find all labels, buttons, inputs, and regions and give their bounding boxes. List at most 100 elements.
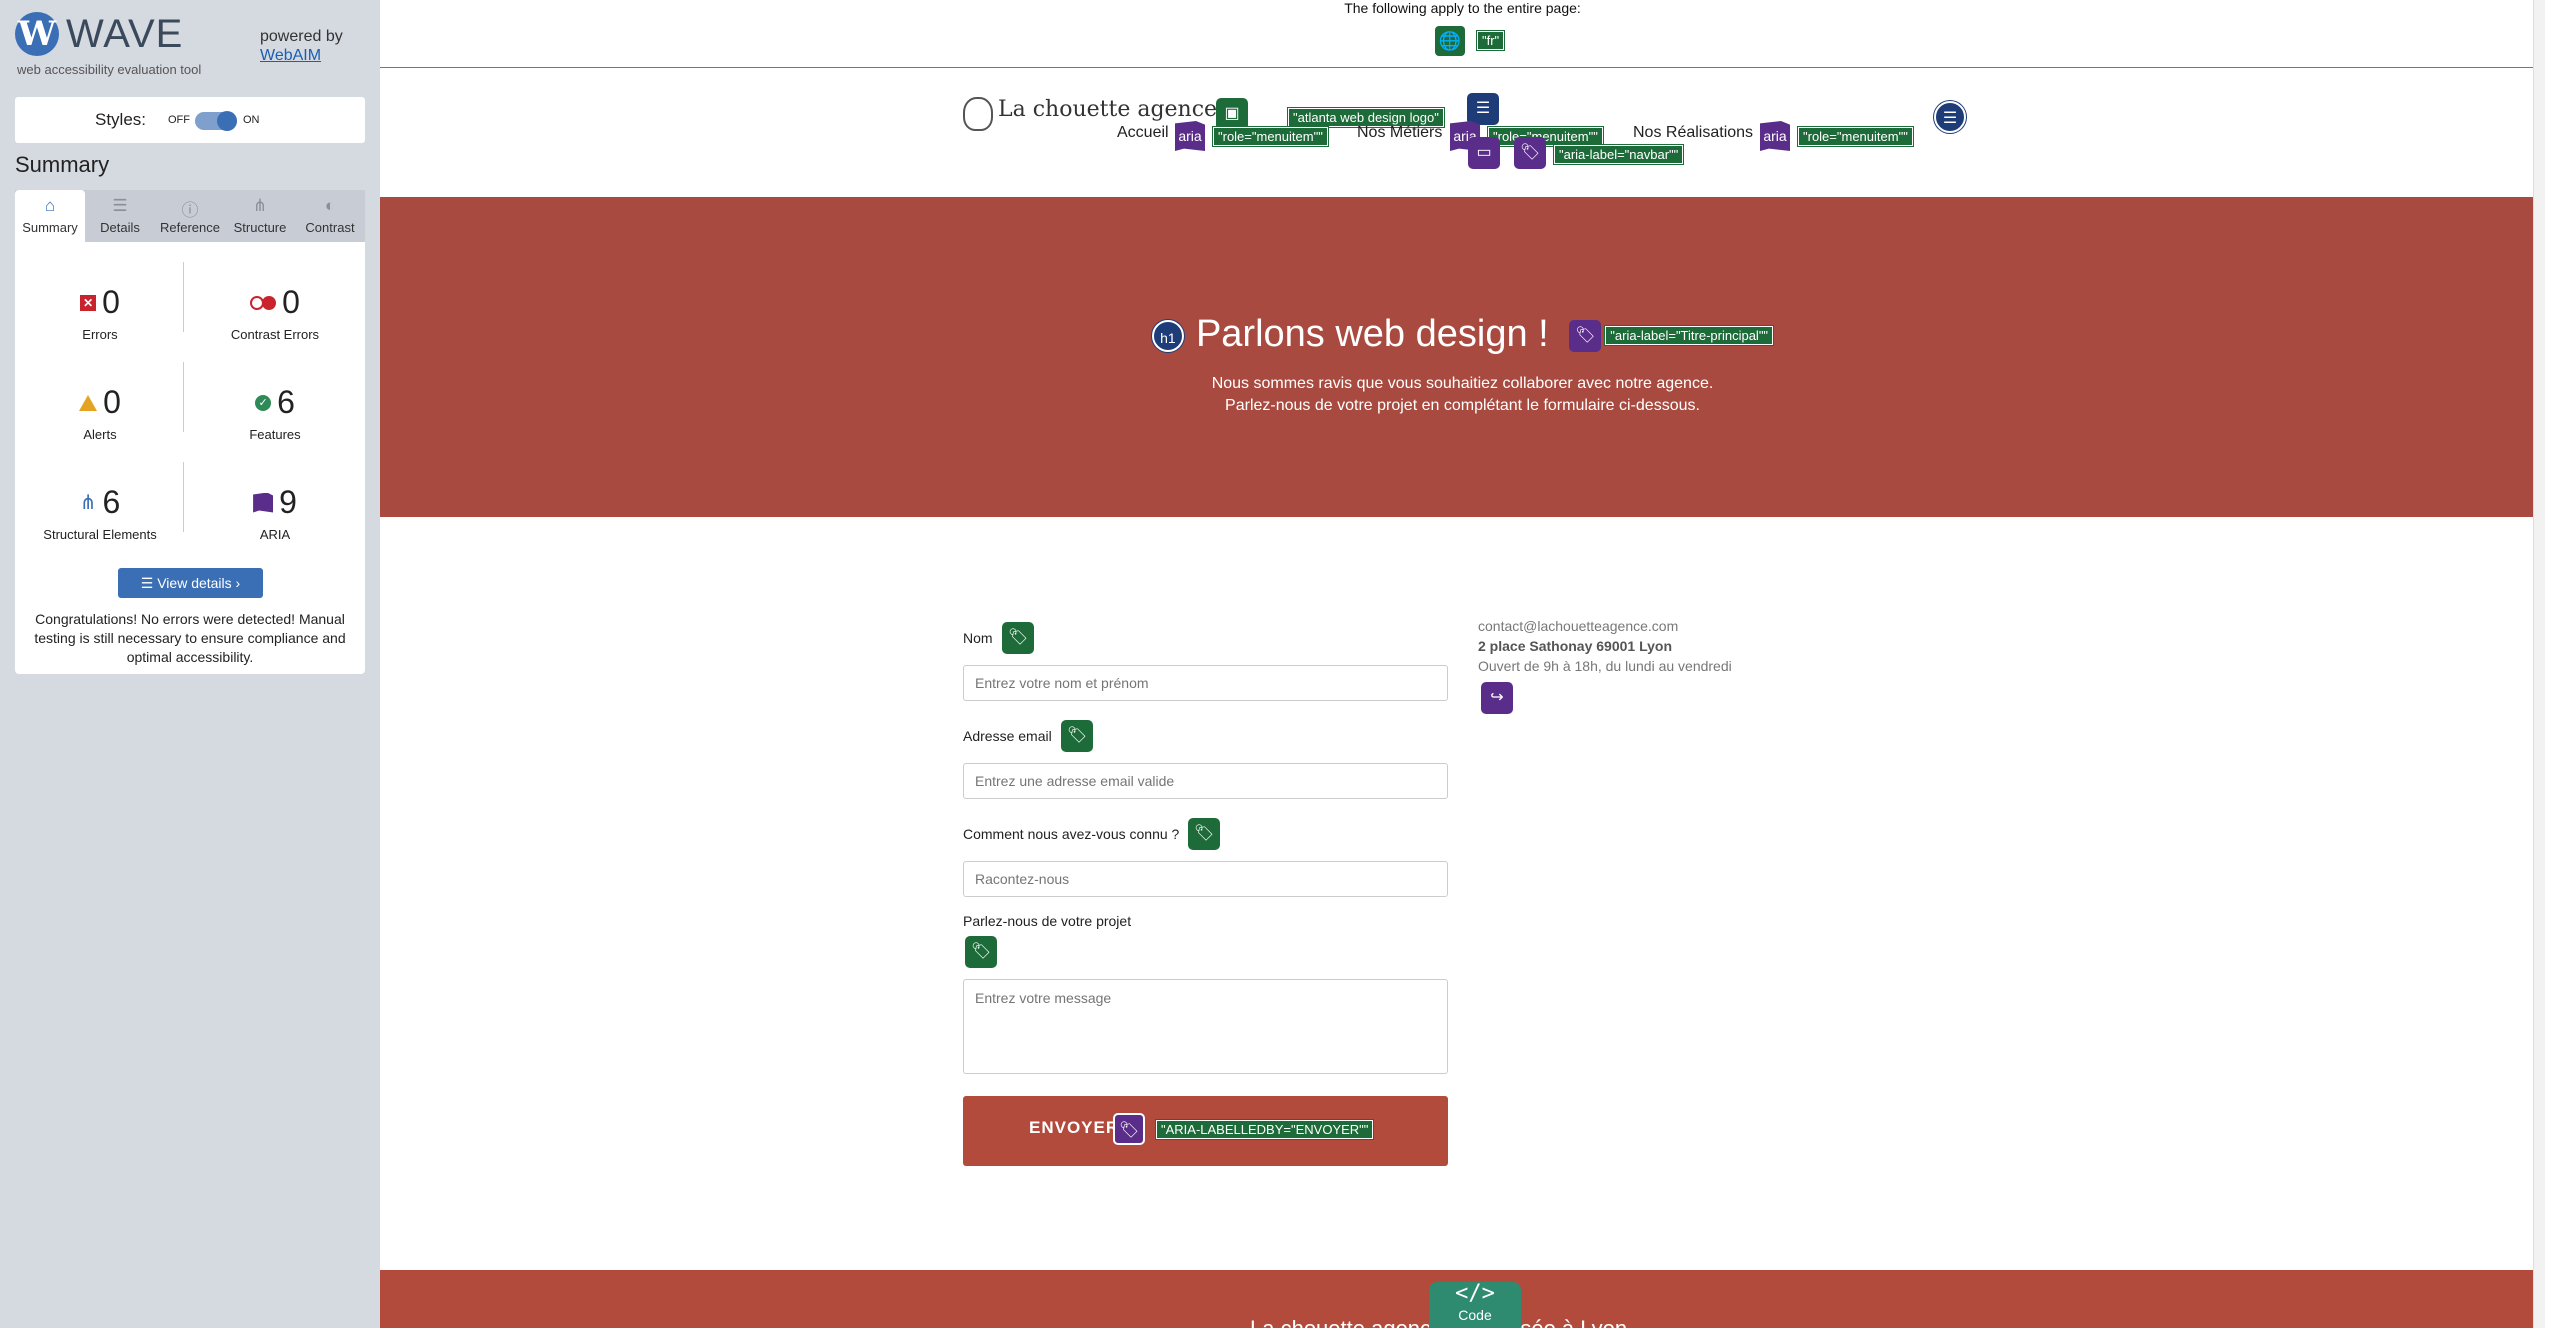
- info-icon: ⓘ: [181, 201, 199, 220]
- powered-by-label: powered by: [260, 28, 343, 45]
- contrast-error-icon: [250, 295, 277, 310]
- tab-label: Contrast: [305, 220, 355, 235]
- code-label: Code: [1458, 1307, 1492, 1323]
- connu-input[interactable]: [963, 861, 1448, 897]
- tab-details[interactable]: ☰ Details: [85, 190, 155, 242]
- stat-label: Errors: [82, 327, 118, 342]
- lang-tag: "fr": [1475, 30, 1506, 51]
- stat-structural[interactable]: ⋔ 6 Structural Elements: [20, 484, 180, 542]
- aria-label-tag-icon[interactable]: 🏷: [1569, 319, 1602, 352]
- code-toggle-button[interactable]: </> Code: [1429, 1282, 1521, 1328]
- h1-icon[interactable]: h1: [1151, 319, 1184, 352]
- stat-value: 6: [102, 484, 121, 520]
- page-scrollbar[interactable]: [2533, 0, 2545, 1328]
- submit-label: ENVOYER: [1029, 1118, 1120, 1137]
- label-tag-icon[interactable]: 🏷: [1002, 622, 1034, 654]
- aria-menu-icon[interactable]: ▭: [1468, 137, 1500, 169]
- page-level-annotations: The following apply to the entire page: …: [380, 0, 2545, 68]
- view-details-button[interactable]: ☰ View details ›: [118, 568, 263, 598]
- nav-link-realisations[interactable]: Nos Réalisations: [1633, 124, 1753, 142]
- owl-logo-icon: [963, 97, 993, 131]
- hero-banner: h1 Parlons web design ! 🏷 "aria-label="Tit…: [380, 197, 2545, 517]
- tab-label: Summary: [22, 220, 78, 235]
- divider: [183, 462, 184, 532]
- stat-label: Alerts: [83, 427, 117, 442]
- divider: [183, 362, 184, 432]
- stat-value: 0: [103, 384, 121, 420]
- stat-aria[interactable]: 9 ARIA: [195, 484, 355, 542]
- stat-contrast-errors[interactable]: 0 Contrast Errors: [195, 284, 355, 342]
- tab-reference[interactable]: ⓘ Reference: [155, 190, 225, 242]
- congrats-message: Congratulations! No errors were detected…: [34, 611, 346, 665]
- connu-label: Comment nous avez-vous connu ?: [963, 826, 1180, 842]
- label-tag-icon[interactable]: 🏷: [1188, 818, 1220, 850]
- stat-label: Features: [249, 427, 301, 442]
- styles-toggle[interactable]: [195, 111, 237, 131]
- envoyer-button[interactable]: ENVOYER 🏷 "ARIA-LABELLEDBY="ENVOYER"": [963, 1096, 1448, 1166]
- aria-icon: [253, 492, 274, 513]
- title-aria-tag: "aria-label="Titre-principal"": [1604, 325, 1775, 347]
- stat-features[interactable]: ✓ 6 Features: [195, 384, 355, 442]
- home-icon: ⌂: [44, 196, 56, 215]
- label-tag-icon[interactable]: 🏷: [1061, 720, 1093, 752]
- summary-heading: Summary: [15, 152, 110, 177]
- unordered-list-icon[interactable]: ☰: [1934, 101, 1966, 133]
- styles-toggle-box: Styles: OFF ON: [15, 97, 365, 143]
- label-tag-icon[interactable]: 🏷: [965, 936, 997, 968]
- tab-contrast[interactable]: ◐ Contrast: [295, 190, 365, 242]
- projet-label: Parlez-nous de votre projet: [963, 913, 1132, 929]
- contact-hours: Ouvert de 9h à 18h, du lundi au vendredi: [1478, 658, 1732, 674]
- structure-icon: ⋔: [252, 196, 268, 215]
- stat-alerts[interactable]: 0 Alerts: [20, 384, 180, 442]
- contact-email[interactable]: contact@lachouetteagence.com: [1478, 618, 1678, 634]
- tab-label: Structure: [233, 220, 287, 235]
- contact-address: 2 place Sathonay 69001 Lyon: [1478, 638, 1673, 654]
- navigation-list-icon[interactable]: ☰: [1467, 93, 1499, 125]
- aria-badge[interactable]: aria: [1760, 121, 1790, 151]
- projet-textarea[interactable]: [963, 979, 1448, 1074]
- wave-tabs: ⌂ Summary ☰ Details ⓘ Reference ⋔ Struct…: [15, 190, 365, 242]
- nav-link-metiers[interactable]: Nos Métiers: [1357, 124, 1442, 142]
- submit-aria-tag: "ARIA-LABELLEDBY="ENVOYER"": [1154, 1119, 1375, 1140]
- nav-link-accueil[interactable]: Accueil: [1117, 124, 1169, 142]
- nom-label: Nom: [963, 630, 993, 646]
- nom-input[interactable]: [963, 665, 1448, 701]
- error-icon: ✕: [80, 294, 97, 311]
- evaluated-page: The following apply to the entire page: …: [380, 0, 2545, 1328]
- hero-title-text: Parlons web design !: [1195, 313, 1549, 355]
- tab-label: Reference: [160, 220, 220, 235]
- hero-heading: h1 Parlons web design ! 🏷 "aria-label="Tit…: [380, 313, 2545, 356]
- stat-label: Contrast Errors: [230, 327, 320, 342]
- summary-panel: ✕ 0 Errors 0 Contrast Errors 0 Alerts ✓ 6 …: [15, 242, 365, 674]
- role-menuitem-tag: "role="menuitem"": [1797, 126, 1914, 147]
- tab-structure[interactable]: ⋔ Structure: [225, 190, 295, 242]
- top-note-text: The following apply to the entire page:: [1344, 0, 1581, 16]
- structure-icon: ⋔: [79, 492, 97, 514]
- list-icon: ☰: [112, 196, 128, 215]
- wave-title: WAVE: [66, 12, 184, 56]
- webaim-link[interactable]: WebAIM: [260, 47, 321, 65]
- tab-label: Details: [100, 220, 140, 235]
- globe-icon[interactable]: 🌐: [1435, 26, 1465, 56]
- aria-label-tag-icon[interactable]: 🏷: [1514, 137, 1546, 169]
- stat-value: 6: [277, 384, 295, 420]
- stat-errors[interactable]: ✕ 0 Errors: [20, 284, 180, 342]
- styles-off-label: OFF: [168, 114, 190, 126]
- aria-link-icon[interactable]: ↪: [1481, 682, 1513, 714]
- site-logo-text[interactable]: La chouette agence: [998, 97, 1217, 122]
- navbar-label-tag: "aria-label="navbar"": [1552, 144, 1685, 165]
- wave-sidebar: W WAVE web accessibility evaluation tool…: [0, 0, 380, 1328]
- aria-label-tag-icon[interactable]: 🏷: [1113, 1113, 1145, 1145]
- alert-icon: [79, 394, 98, 411]
- feature-check-icon: ✓: [255, 394, 272, 411]
- stat-label: Structural Elements: [43, 527, 157, 542]
- alt-text-icon[interactable]: ▣: [1216, 98, 1248, 130]
- wave-logo-icon: W: [15, 12, 59, 56]
- tab-summary[interactable]: ⌂ Summary: [15, 190, 85, 242]
- email-input[interactable]: [963, 763, 1448, 799]
- code-icon: </>: [1455, 1281, 1495, 1306]
- stat-value: 0: [282, 284, 300, 320]
- divider: [183, 262, 184, 332]
- aria-badge[interactable]: aria: [1175, 121, 1205, 151]
- stat-value: 0: [102, 284, 120, 320]
